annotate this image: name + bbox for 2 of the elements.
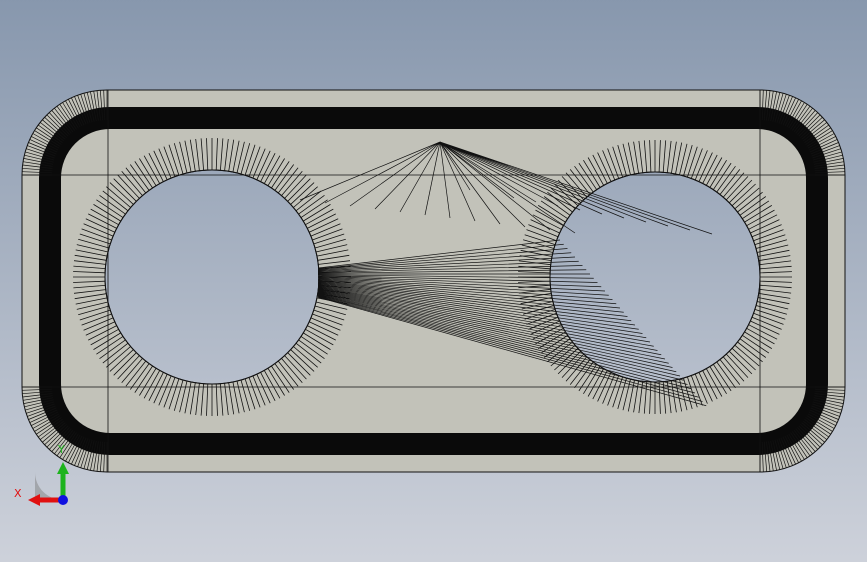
x-axis-label: X bbox=[14, 487, 22, 500]
axis-triad-icon bbox=[28, 462, 69, 506]
